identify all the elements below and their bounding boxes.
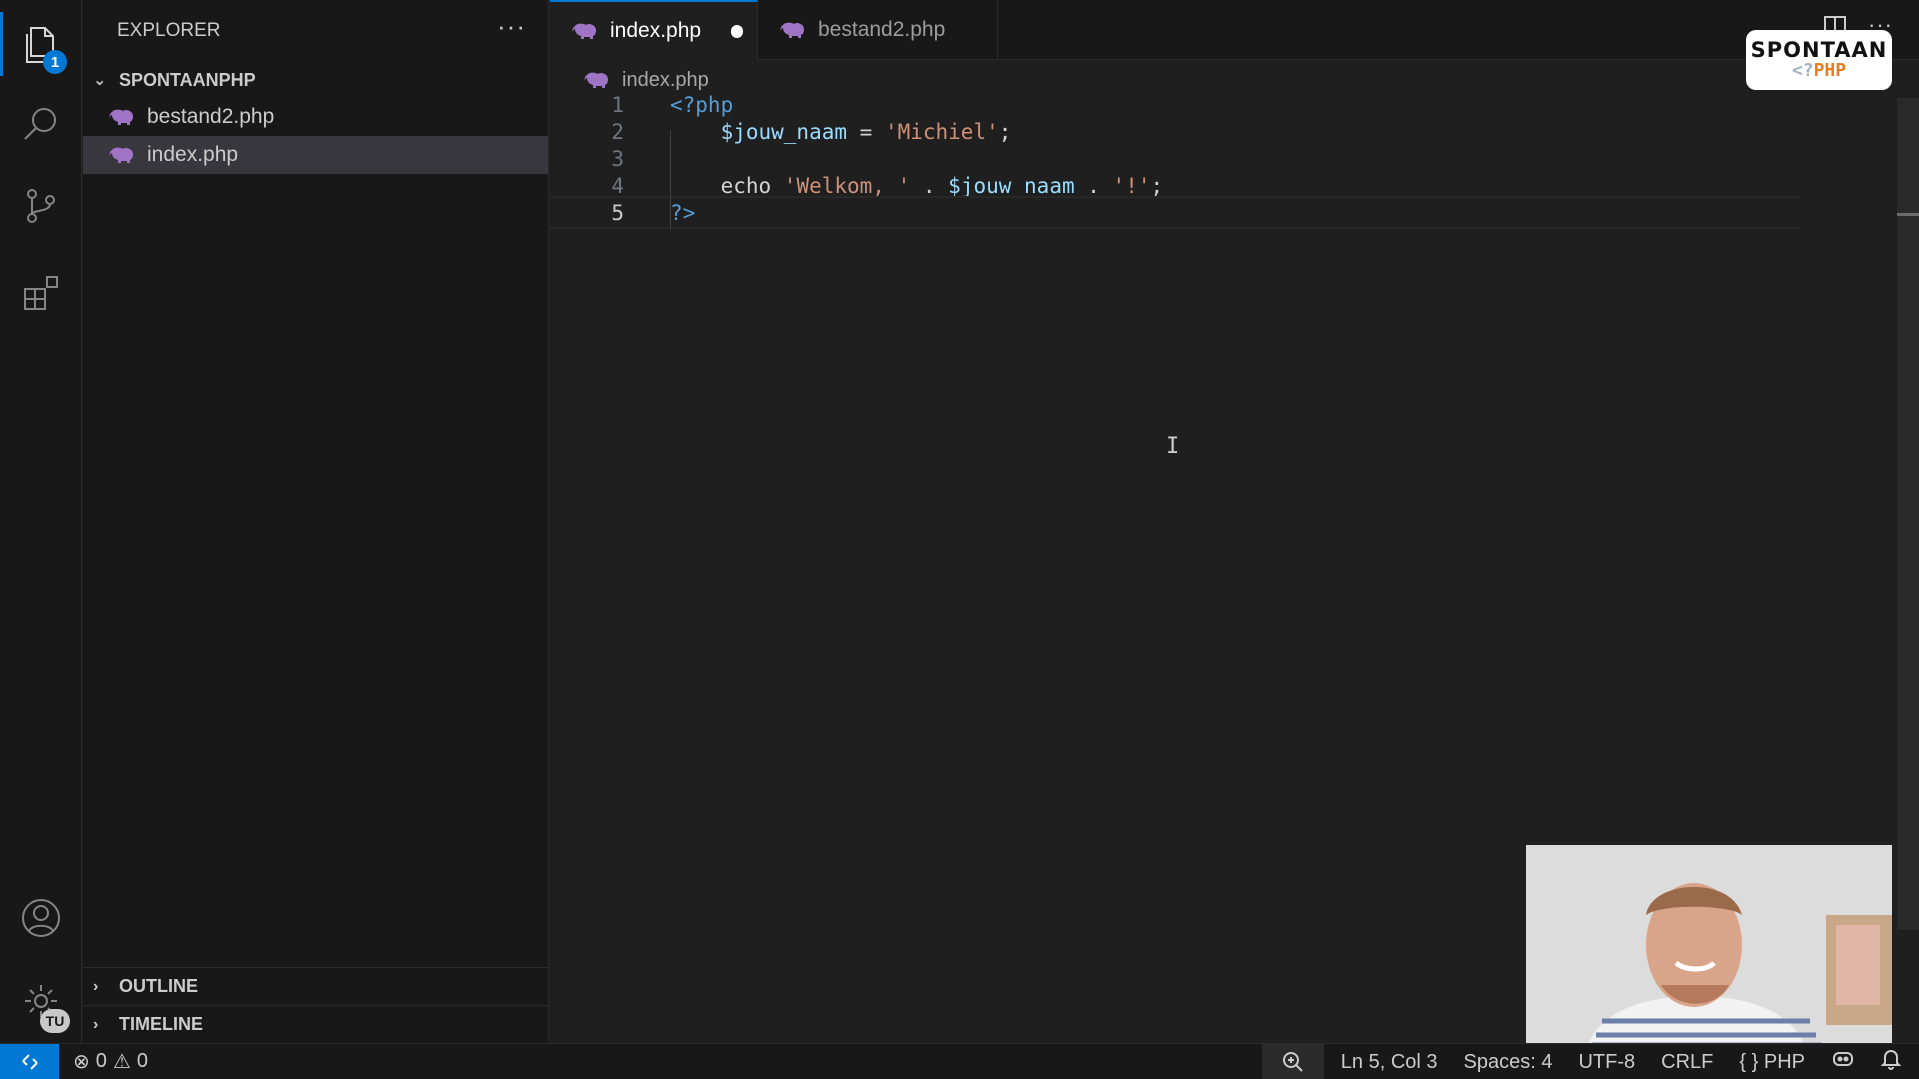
code-text: echo 'Welkom, ' . $jouw_naam . '!'; xyxy=(670,173,1164,198)
zoom-icon[interactable] xyxy=(1262,1044,1324,1079)
copilot-icon[interactable] xyxy=(1831,1049,1855,1075)
editor-scrollbar[interactable] xyxy=(1897,98,1919,930)
chevron-down-icon: ⌄ xyxy=(93,72,107,89)
file-item-bestand2[interactable]: bestand2.php xyxy=(83,98,548,136)
webcam-video xyxy=(1526,845,1892,1051)
code-token: '!' xyxy=(1112,173,1151,198)
code-token: ?> xyxy=(670,200,696,225)
folder-label: SPONTAANPHP xyxy=(119,69,256,90)
text-cursor-icon: I xyxy=(1166,434,1180,459)
language-mode[interactable]: { } PHP xyxy=(1739,1051,1805,1074)
file-label: bestand2.php xyxy=(147,105,275,128)
file-label: index.php xyxy=(147,143,239,166)
line-number: 3 xyxy=(611,146,624,171)
cursor-position[interactable]: Ln 5, Col 3 xyxy=(1341,1051,1438,1074)
account-icon[interactable] xyxy=(0,882,82,954)
explorer-more-icon[interactable]: ··· xyxy=(497,13,526,39)
editor-tab-bar: index.php bestand2.php xyxy=(550,0,1919,60)
php-elephant-icon xyxy=(584,71,610,89)
code-token: . xyxy=(910,173,949,198)
explorer-header: EXPLORER ··· xyxy=(83,0,548,62)
line-number: 2 xyxy=(611,119,624,144)
settings-gear-icon[interactable]: TU xyxy=(0,965,82,1037)
status-right: Ln 5, Col 3 Spaces: 4 UTF-8 CRLF { } PHP xyxy=(1341,1044,1902,1079)
php-elephant-icon xyxy=(109,146,135,164)
tab-bestand2-php[interactable]: bestand2.php xyxy=(758,0,998,60)
timeline-label: TIMELINE xyxy=(119,1014,203,1034)
error-icon: ⊗ xyxy=(73,1051,90,1073)
tab-index-php[interactable]: index.php xyxy=(550,0,758,60)
source-control-icon[interactable] xyxy=(0,170,82,242)
code-token: echo xyxy=(670,173,784,198)
status-bar: ⊗ 0 ⚠ 0 Ln 5, Col 3 Spaces: 4 UTF-8 CRLF… xyxy=(0,1043,1919,1079)
php-elephant-icon xyxy=(780,21,806,39)
remote-indicator-icon[interactable] xyxy=(0,1043,59,1079)
scrollbar-cursor-marker xyxy=(1897,213,1919,216)
extensions-icon[interactable] xyxy=(0,255,82,327)
php-elephant-icon xyxy=(109,108,135,126)
code-token: 'Michiel' xyxy=(884,119,999,144)
problems-indicator[interactable]: ⊗ 0 ⚠ 0 xyxy=(73,1049,148,1074)
code-text: $jouw_naam = 'Michiel'; xyxy=(670,119,1012,144)
code-line[interactable]: 5 ?> xyxy=(550,196,1800,229)
explorer-icon[interactable]: 1 xyxy=(0,8,82,80)
chevron-right-icon: › xyxy=(93,1015,99,1033)
timeline-section[interactable]: › TIMELINE xyxy=(83,1005,549,1043)
tab-label: bestand2.php xyxy=(818,18,946,41)
php-elephant-icon xyxy=(572,22,598,40)
line-ending[interactable]: CRLF xyxy=(1661,1051,1713,1074)
warning-count: 0 xyxy=(136,1050,148,1072)
code-token: ; xyxy=(1150,173,1164,198)
code-text: <?php xyxy=(670,93,733,117)
code-token: <?php xyxy=(670,92,734,117)
search-icon[interactable] xyxy=(0,88,82,160)
workspace-folder[interactable]: ⌄ SPONTAANPHP xyxy=(83,62,548,98)
code-token: $jouw_naam xyxy=(670,119,848,144)
outline-label: OUTLINE xyxy=(119,976,198,996)
line-number: 5 xyxy=(611,200,624,225)
code-token: ; xyxy=(998,119,1012,144)
code-token: . xyxy=(1074,173,1113,198)
explorer-sidebar: EXPLORER ··· ⌄ SPONTAANPHP bestand2.php … xyxy=(83,0,549,1043)
error-count: 0 xyxy=(95,1050,107,1072)
encoding[interactable]: UTF-8 xyxy=(1578,1051,1635,1074)
warning-icon: ⚠ xyxy=(112,1051,131,1073)
code-token: = xyxy=(847,119,885,144)
line-number: 1 xyxy=(611,92,624,117)
activity-bar: 1 TU xyxy=(0,0,82,1043)
tab-label: index.php xyxy=(610,19,702,42)
code-token: $jouw_naam xyxy=(948,173,1075,198)
account-initials-badge: TU xyxy=(40,1009,70,1033)
chevron-right-icon: › xyxy=(93,977,99,995)
spontaan-php-logo: SPONTAAN <?PHP xyxy=(1746,30,1892,90)
code-text: ?> xyxy=(670,201,695,225)
explorer-title: EXPLORER xyxy=(117,20,221,41)
line-number: 4 xyxy=(611,173,624,198)
unsaved-dot-icon[interactable] xyxy=(731,24,743,38)
braces-icon: { } xyxy=(1739,1050,1759,1073)
explorer-badge: 1 xyxy=(43,50,67,74)
outline-section[interactable]: › OUTLINE xyxy=(83,967,549,1005)
indentation[interactable]: Spaces: 4 xyxy=(1464,1051,1553,1074)
notifications-bell-icon[interactable] xyxy=(1880,1048,1902,1076)
code-token: 'Welkom, ' xyxy=(783,173,911,198)
indent-guide xyxy=(670,130,671,230)
file-item-index[interactable]: index.php xyxy=(83,136,548,174)
